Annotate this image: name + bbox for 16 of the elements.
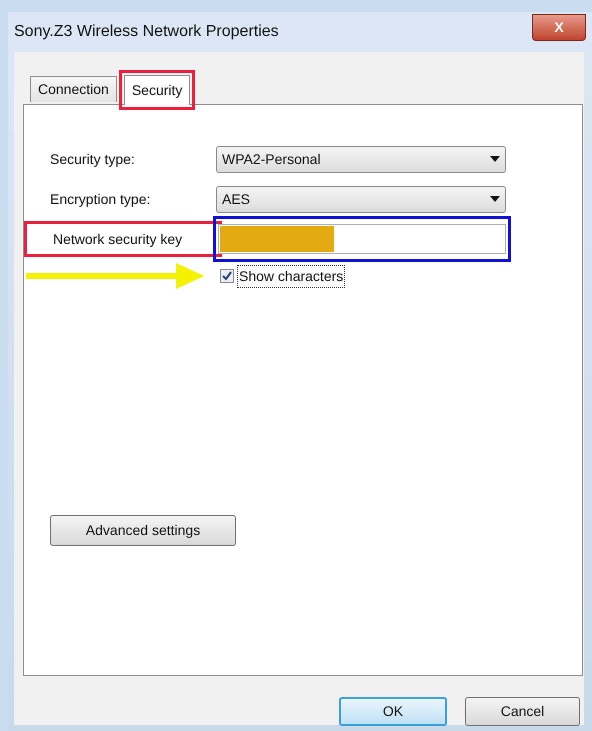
field-label: Network security key bbox=[53, 230, 182, 249]
dropdown-arrow-icon bbox=[490, 196, 500, 202]
key-input-field[interactable] bbox=[218, 224, 506, 254]
dialog-button[interactable]: Cancel bbox=[465, 697, 580, 726]
field-label: Security type: bbox=[50, 150, 135, 169]
dropdown-arrow-icon bbox=[490, 156, 500, 162]
field-label: Encryption type: bbox=[50, 190, 150, 209]
tab[interactable]: Security bbox=[124, 75, 190, 105]
checkbox[interactable] bbox=[220, 269, 234, 283]
dialog-button[interactable]: OK bbox=[339, 697, 447, 726]
tab[interactable]: Connection bbox=[30, 76, 117, 102]
dropdown[interactable]: WPA2-Personal bbox=[216, 146, 506, 172]
dropdown[interactable]: AES bbox=[216, 186, 506, 212]
advanced-settings-button[interactable]: Advanced settings bbox=[50, 515, 236, 546]
checkmark-icon bbox=[222, 271, 232, 281]
window-title: Sony.Z3 Wireless Network Properties bbox=[14, 22, 279, 42]
